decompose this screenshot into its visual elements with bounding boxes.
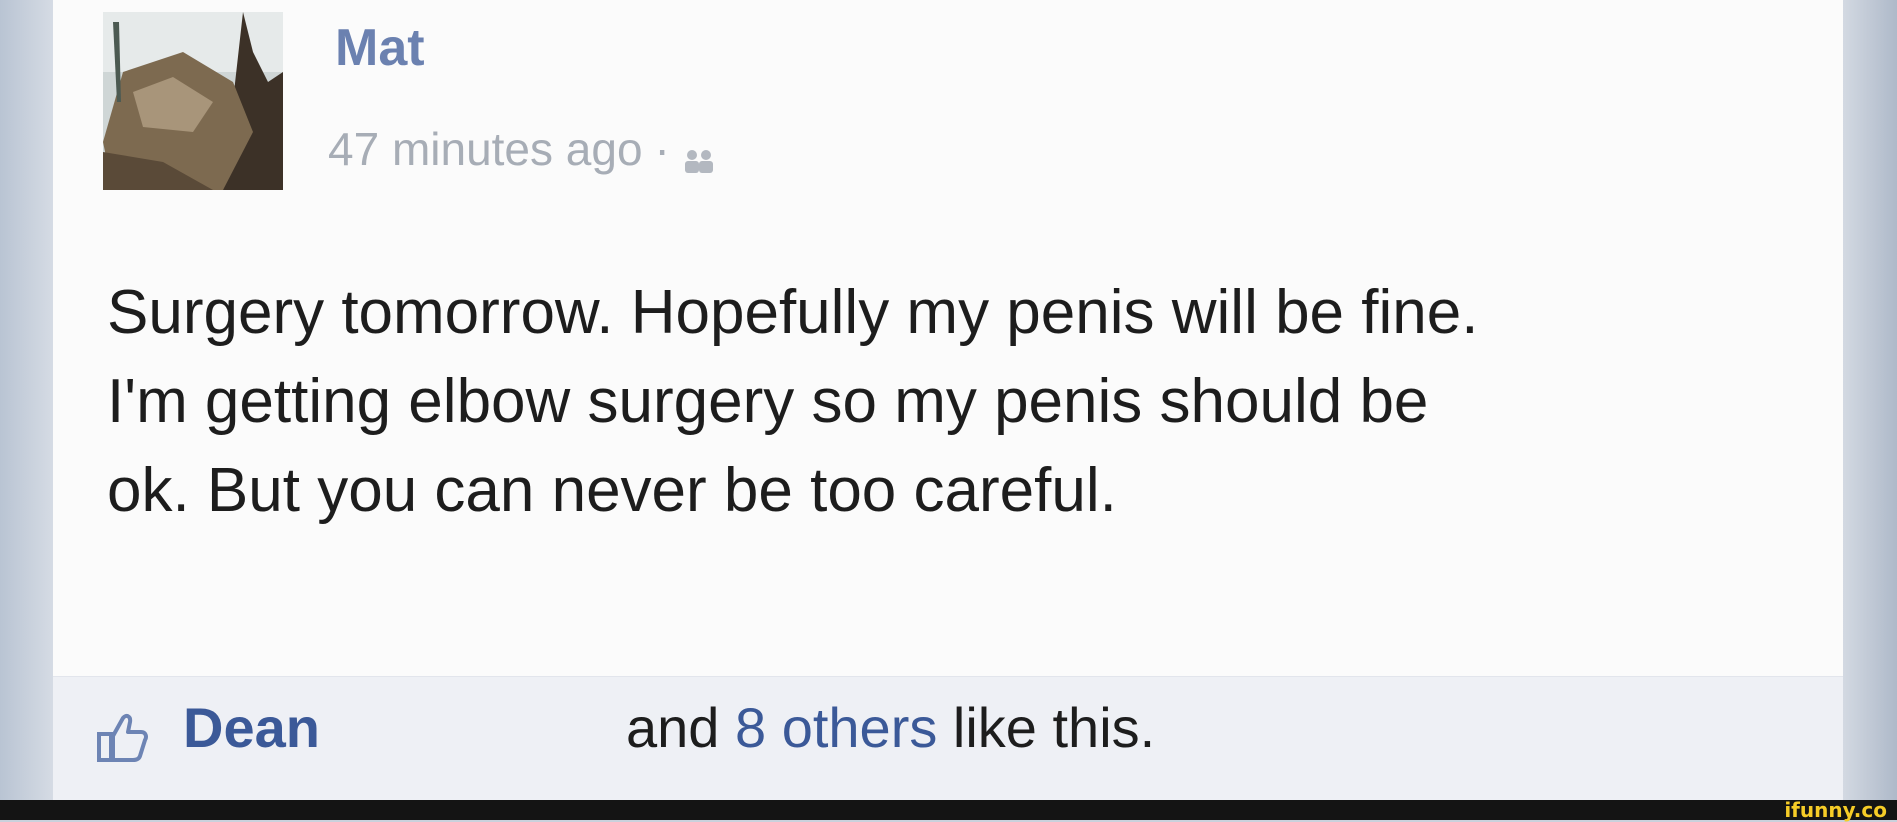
avatar[interactable] <box>103 12 283 190</box>
post-meta: 47 minutes ago · <box>328 122 716 176</box>
meta-separator: · <box>654 123 670 175</box>
watermark: ifunny.co <box>1784 798 1887 822</box>
post-body: Surgery tomorrow. Hopefully my penis wil… <box>107 278 1479 525</box>
liker-name[interactable]: Dean <box>183 695 320 760</box>
likes-bar: Dean and 8 others like this. <box>53 676 1843 801</box>
likes-others-link[interactable]: 8 others <box>735 696 937 759</box>
likes-summary: and 8 others like this. <box>626 695 1155 760</box>
watermark-bar: ifunny.co <box>0 798 1897 822</box>
likes-and: and <box>626 696 720 759</box>
left-border <box>0 0 53 800</box>
post-card: Mat 47 minutes ago · Surgery tomorrow. H… <box>53 0 1843 801</box>
friends-icon[interactable] <box>682 134 716 173</box>
avatar-photo <box>103 12 283 190</box>
right-border <box>1843 0 1897 800</box>
likes-suffix: like this. <box>952 696 1156 759</box>
post-timestamp[interactable]: 47 minutes ago <box>328 122 643 176</box>
author-name[interactable]: Mat <box>335 18 425 78</box>
thumbs-up-icon[interactable] <box>95 712 149 764</box>
